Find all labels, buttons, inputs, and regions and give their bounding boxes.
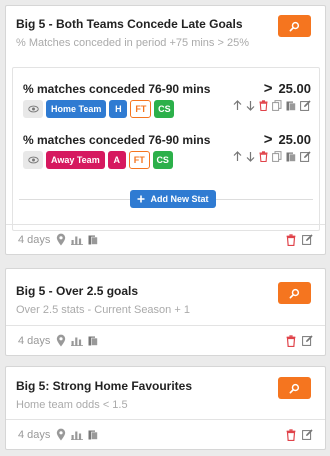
stat-tags: Away Team A FT CS xyxy=(23,151,173,169)
stat-name: % matches conceded 76-90 mins xyxy=(23,82,211,96)
visibility-toggle[interactable] xyxy=(23,100,43,118)
card-subtitle: Home team odds < 1.5 xyxy=(16,399,128,411)
paste-icon[interactable] xyxy=(88,234,99,245)
pin-icon[interactable] xyxy=(56,233,66,246)
footer-actions xyxy=(286,233,313,246)
card-footer: 4 days xyxy=(6,325,325,355)
period-tag[interactable]: FT xyxy=(128,151,150,169)
trash-icon[interactable] xyxy=(259,100,268,111)
pin-icon[interactable] xyxy=(56,428,66,441)
stat-operator: > xyxy=(263,131,273,148)
card-header: Big 5 - Over 2.5 goals Over 2.5 stats - … xyxy=(6,269,325,317)
stat-value: 25.00 xyxy=(278,132,311,147)
card-age: 4 days xyxy=(18,233,51,246)
card-subtitle: Over 2.5 stats - Current Season + 1 xyxy=(16,304,190,316)
trash-icon[interactable] xyxy=(286,334,296,347)
stat-threshold: >25.00 xyxy=(264,131,311,148)
stat-name: % matches conceded 76-90 mins xyxy=(23,133,211,147)
card-footer: 4 days xyxy=(6,419,325,449)
stat-value: 25.00 xyxy=(278,81,311,96)
copy-icon[interactable] xyxy=(272,151,282,162)
card-age: 4 days xyxy=(18,334,51,347)
trash-icon[interactable] xyxy=(259,151,268,162)
edit-icon[interactable] xyxy=(302,234,313,245)
pin-icon[interactable] xyxy=(56,334,66,347)
visibility-toggle[interactable] xyxy=(23,151,43,169)
eye-icon xyxy=(27,156,39,164)
scope-tag[interactable]: CS xyxy=(154,100,175,118)
arrow-down-icon[interactable] xyxy=(246,100,255,111)
card-header: Big 5 - Both Teams Concede Late Goals % … xyxy=(6,6,325,50)
trash-icon[interactable] xyxy=(286,233,296,246)
edit-icon[interactable] xyxy=(302,335,313,346)
card-header: Big 5: Strong Home Favourites Home team … xyxy=(6,367,325,412)
chart-icon[interactable] xyxy=(71,335,84,346)
search-icon xyxy=(289,288,300,298)
search-button[interactable] xyxy=(278,282,311,304)
strategy-card: Big 5 - Over 2.5 goals Over 2.5 stats - … xyxy=(5,268,326,356)
stat-actions xyxy=(233,151,311,162)
footer-actions xyxy=(286,428,313,441)
stat-operator: > xyxy=(263,80,273,97)
edit-icon[interactable] xyxy=(302,429,313,440)
card-title: Big 5: Strong Home Favourites xyxy=(16,379,193,393)
search-icon xyxy=(289,383,300,393)
arrow-up-icon[interactable] xyxy=(233,100,242,111)
stat-actions xyxy=(233,100,311,111)
search-icon xyxy=(289,21,300,31)
add-stat-button[interactable]: Add New Stat xyxy=(130,190,216,208)
card-title: Big 5 - Over 2.5 goals xyxy=(16,284,139,298)
add-stat-label: Add New Stat xyxy=(150,194,209,204)
card-footer: 4 days xyxy=(6,224,325,254)
period-tag[interactable]: FT xyxy=(130,100,152,118)
footer-actions xyxy=(286,334,313,347)
footer-icons xyxy=(56,334,99,347)
chart-icon[interactable] xyxy=(71,429,84,440)
arrow-up-icon[interactable] xyxy=(233,151,242,162)
stat-row: % matches conceded 76-90 mins >25.00 Awa… xyxy=(23,131,311,173)
strategy-card: Big 5: Strong Home Favourites Home team … xyxy=(5,366,326,450)
paste-icon[interactable] xyxy=(88,429,99,440)
copy-icon[interactable] xyxy=(272,100,282,111)
chart-icon[interactable] xyxy=(71,234,84,245)
trash-icon[interactable] xyxy=(286,428,296,441)
card-title: Big 5 - Both Teams Concede Late Goals xyxy=(16,17,243,31)
team-tag[interactable]: Away Team xyxy=(46,151,105,169)
footer-icons xyxy=(56,233,99,246)
stat-row: % matches conceded 76-90 mins >25.00 Hom… xyxy=(23,80,311,122)
side-tag[interactable]: A xyxy=(107,151,126,169)
stat-tags: Home Team H FT CS xyxy=(23,100,175,118)
eye-icon xyxy=(27,105,39,113)
paste-icon[interactable] xyxy=(286,100,296,111)
search-button[interactable] xyxy=(278,15,311,37)
scope-tag[interactable]: CS xyxy=(152,151,173,169)
edit-icon[interactable] xyxy=(300,151,311,162)
search-button[interactable] xyxy=(278,377,311,399)
side-tag[interactable]: H xyxy=(109,100,128,118)
team-tag[interactable]: Home Team xyxy=(46,100,107,118)
stats-panel: % matches conceded 76-90 mins >25.00 Hom… xyxy=(12,67,320,231)
strategy-card: Big 5 - Both Teams Concede Late Goals % … xyxy=(5,5,326,255)
footer-icons xyxy=(56,428,99,441)
card-subtitle: % Matches conceded in period +75 mins > … xyxy=(16,37,249,49)
stat-threshold: >25.00 xyxy=(264,80,311,97)
card-age: 4 days xyxy=(18,428,51,441)
paste-icon[interactable] xyxy=(88,335,99,346)
plus-icon xyxy=(137,195,145,203)
arrow-down-icon[interactable] xyxy=(246,151,255,162)
paste-icon[interactable] xyxy=(286,151,296,162)
edit-icon[interactable] xyxy=(300,100,311,111)
